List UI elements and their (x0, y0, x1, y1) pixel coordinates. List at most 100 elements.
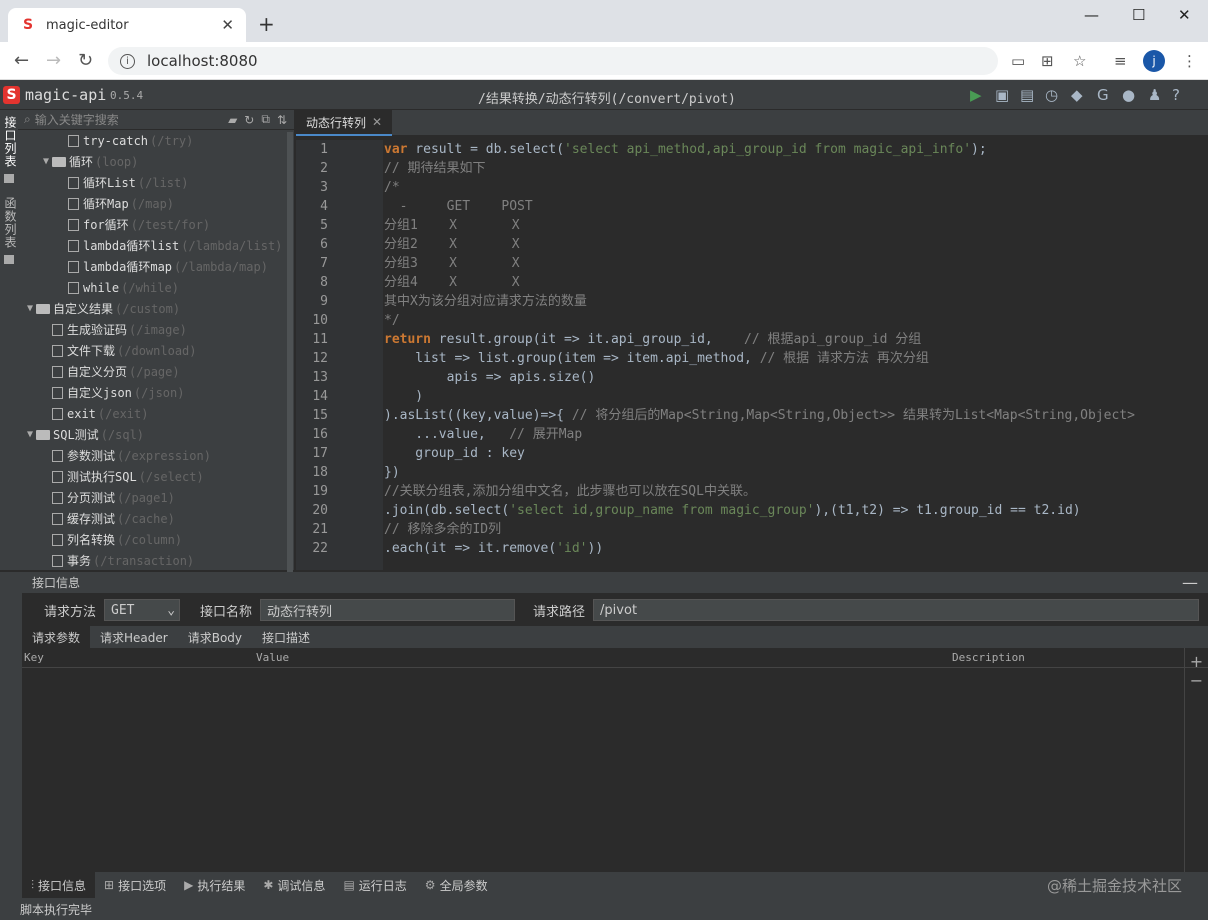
run-icon[interactable]: ▶ (970, 86, 982, 104)
tree-item-path: (/lambda/map) (174, 259, 268, 274)
back-icon[interactable]: ← (14, 50, 29, 71)
tree-item-path: (/cache) (117, 511, 175, 526)
remove-row-button[interactable]: − (1185, 671, 1208, 690)
new-folder-icon[interactable]: ▰ (228, 113, 237, 127)
line-number: 12 (312, 351, 328, 366)
tree-item[interactable]: 自定义分页 (/page) (18, 361, 294, 382)
current-api-title: /结果转换/动态行转列(/convert/pivot) (478, 92, 736, 107)
folder-icon (4, 174, 14, 183)
delete-icon[interactable]: ▤ (1020, 86, 1034, 104)
menu-icon[interactable]: ⋮ (1182, 52, 1197, 70)
tab-run-result[interactable]: ▶ 执行结果 (175, 877, 254, 894)
tree-item-label: 参数测试 (67, 449, 116, 463)
file-icon (52, 386, 63, 399)
tree-item[interactable]: 循环List (/list) (18, 172, 294, 193)
tree-item-label: 事务 (67, 554, 92, 568)
tree-item[interactable]: try-catch (/try) (18, 130, 294, 151)
tab-run-log[interactable]: ▤ 运行日志 (334, 877, 415, 894)
tree-item[interactable]: exit (/exit) (18, 403, 294, 424)
info-icon[interactable]: i (120, 53, 135, 69)
minimize-window-icon[interactable]: — (1084, 6, 1099, 24)
tree-item[interactable]: for循环 (/test/for) (18, 214, 294, 235)
close-editor-tab-icon[interactable]: ✕ (372, 115, 382, 129)
github-icon[interactable]: ● (1122, 86, 1135, 104)
tree-item-label: 自定义结果 (53, 302, 114, 316)
url-field[interactable]: i localhost:8080 (108, 47, 998, 75)
tab-label: 调试信息 (277, 878, 326, 893)
tab-label: 接口选项 (118, 878, 167, 893)
tree-item[interactable]: 循环Map (/map) (18, 193, 294, 214)
chevron-down-icon: ▼ (26, 429, 34, 440)
favicon-icon: S (20, 17, 36, 33)
add-row-button[interactable]: + (1185, 652, 1208, 671)
tab-api-description[interactable]: 接口描述 (252, 626, 320, 648)
info-tab-icon: ⫶ (31, 877, 35, 892)
tree-item-label: 循环 (69, 155, 94, 169)
reload-icon[interactable]: ↻ (78, 50, 93, 71)
bookmark-star-icon[interactable]: ☆ (1073, 52, 1086, 70)
tree-folder[interactable]: ▼ 自定义结果 (/custom) (18, 298, 294, 319)
new-tab-button[interactable]: + (258, 12, 275, 36)
save-icon[interactable]: ▣ (995, 86, 1009, 104)
tree-item[interactable]: 测试执行SQL (/select) (18, 466, 294, 487)
browser-tab[interactable]: S magic-editor ✕ (8, 8, 246, 42)
tree-item[interactable]: 缓存测试 (/cache) (18, 508, 294, 529)
close-window-icon[interactable]: ✕ (1178, 6, 1191, 24)
history-icon[interactable]: ◷ (1045, 86, 1058, 104)
tree-item[interactable]: 列名转换 (/column) (18, 529, 294, 550)
tree-item[interactable]: 文件下载 (/download) (18, 340, 294, 361)
profile-avatar[interactable]: j (1143, 50, 1165, 72)
code-line: .join(db.select('select id,group_name fr… (384, 503, 1081, 518)
tree-item-path: (/expression) (117, 448, 211, 463)
qq-icon[interactable]: ♟ (1148, 86, 1161, 104)
tree-item[interactable]: 分页测试 (/page1) (18, 487, 294, 508)
tree-item[interactable]: lambda循环list (/lambda/list) (18, 235, 294, 256)
code-area[interactable]: var result = db.select('select api_metho… (384, 140, 1208, 570)
clipboard-icon[interactable]: ▭ (1011, 52, 1025, 70)
code-line: // 期待结果如下 (384, 161, 486, 176)
gitee-icon[interactable]: G (1097, 86, 1109, 104)
line-number: 9 (320, 294, 328, 309)
theme-icon[interactable]: ◆ (1071, 86, 1083, 104)
tree-item[interactable]: 事务 (/transaction) (18, 550, 294, 571)
tab-request-header[interactable]: 请求Header (90, 626, 178, 648)
tab-request-body[interactable]: 请求Body (178, 626, 252, 648)
tree-item[interactable]: lambda循环map (/lambda/map) (18, 256, 294, 277)
path-field[interactable]: /pivot (593, 599, 1200, 621)
tree-folder[interactable]: ▼ 循环 (loop) (18, 151, 294, 172)
tree-item[interactable]: 参数测试 (/expression) (18, 445, 294, 466)
tree-item[interactable]: 生成验证码 (/image) (18, 319, 294, 340)
code-line: apis => apis.size() (384, 370, 596, 385)
search-input[interactable]: 输入关键字搜索 (35, 111, 228, 128)
tree-item[interactable]: 自定义json (/json) (18, 382, 294, 403)
tree-folder[interactable]: ▼ SQL测试 (/sql) (18, 424, 294, 445)
help-icon[interactable]: ? (1172, 86, 1180, 104)
tab-debug-info[interactable]: ✱ 调试信息 (254, 877, 334, 894)
media-icon[interactable]: ≡ (1114, 52, 1127, 70)
tree-item-label: while (83, 280, 120, 295)
folder-icon (36, 429, 50, 440)
refresh-icon[interactable]: ↻ (244, 113, 254, 127)
tab-request-params[interactable]: 请求参数 (22, 626, 91, 648)
method-select[interactable]: GET ⌄ (104, 599, 181, 621)
translate-icon[interactable]: ⊞ (1041, 52, 1054, 70)
maximize-window-icon[interactable]: ☐ (1132, 6, 1145, 24)
code-line: group_id : key (384, 446, 525, 461)
api-info-panel: 接口信息 — 请求方法 GET ⌄ 接口名称 动态行转列 请求路径 /pivot… (22, 572, 1208, 872)
close-tab-icon[interactable]: ✕ (221, 16, 234, 34)
minimize-panel-icon[interactable]: — (1182, 573, 1198, 592)
collapse-icon[interactable]: ⧉ (261, 112, 270, 127)
tab-api-info[interactable]: ⫶ 接口信息 (22, 872, 96, 898)
tab-global-params[interactable]: ⚙ 全局参数 (416, 877, 497, 894)
tab-api-options[interactable]: ⊞ 接口选项 (95, 877, 175, 894)
magic-api-logo-icon: S (3, 86, 20, 104)
vertical-tab-bar: 接口列表 函数列表 (0, 110, 18, 570)
sort-icon[interactable]: ⇅ (277, 113, 287, 127)
tree-item[interactable]: while (/while) (18, 277, 294, 298)
params-table-header: Key Value Description (22, 648, 1208, 668)
param-tabs: 请求参数 请求Header 请求Body 接口描述 (22, 626, 1208, 648)
name-field[interactable]: 动态行转列 (260, 599, 516, 621)
sidebar-scrollbar[interactable] (287, 132, 293, 572)
editor-tab[interactable]: 动态行转列 ✕ (296, 110, 393, 136)
forward-icon[interactable]: → (46, 50, 61, 71)
